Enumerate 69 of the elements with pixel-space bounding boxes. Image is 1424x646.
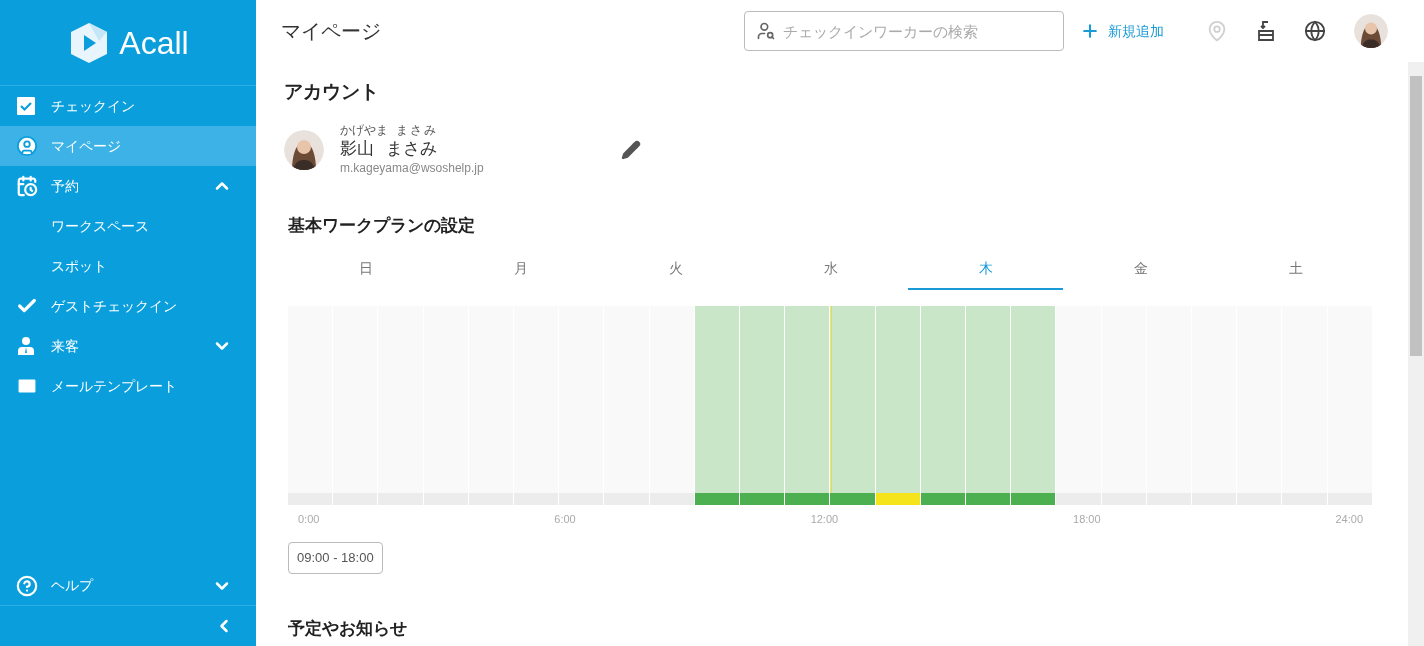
section-heading: 基本ワークプランの設定 <box>287 214 476 237</box>
weekday-tab[interactable]: 土 <box>1218 256 1373 291</box>
tray-arrow-icon[interactable] <box>1256 20 1276 42</box>
weekday-tab[interactable]: 日 <box>288 256 443 291</box>
weekday-tab[interactable]: 月 <box>443 256 598 291</box>
hour-cell[interactable] <box>1011 306 1057 494</box>
hour-cell[interactable] <box>649 306 695 494</box>
nav-item[interactable]: チェックイン <box>0 86 256 126</box>
hour-cell[interactable] <box>785 306 831 494</box>
user-name: 影山 <box>340 137 374 159</box>
weekday-tab[interactable]: 金 <box>1063 256 1218 291</box>
nav-item[interactable]: マイページ <box>0 126 256 166</box>
user-email: m.kageyama@wsoshelp.jp <box>340 159 485 177</box>
time-label: 0:00 <box>298 512 320 528</box>
time-label: 18:00 <box>1073 512 1101 528</box>
hour-cell[interactable] <box>740 306 786 494</box>
scrollbar-thumb[interactable] <box>1410 76 1422 356</box>
nav-item[interactable]: メールテンプレート <box>0 366 256 406</box>
user-circle-icon <box>16 135 38 157</box>
time-label: 24:00 <box>1335 512 1363 528</box>
weekday-tab[interactable]: 木 <box>908 256 1063 291</box>
hour-segment[interactable] <box>694 493 741 506</box>
hour-segment[interactable] <box>875 493 921 506</box>
logo-text: Acall <box>119 23 189 63</box>
person-icon <box>16 336 36 356</box>
globe-icon[interactable] <box>1304 20 1326 42</box>
section-heading: アカウント <box>284 80 380 104</box>
hour-cell[interactable] <box>830 306 876 494</box>
name-reading: かげやま <box>340 122 388 138</box>
user-avatar <box>284 129 324 170</box>
user-name: まさみ <box>386 137 437 159</box>
nav-item[interactable]: 予約 <box>0 166 256 206</box>
name-reading: まさみ <box>396 122 438 138</box>
hour-cell[interactable] <box>1056 306 1102 494</box>
help-icon <box>16 574 38 597</box>
hour-segment[interactable] <box>1056 493 1102 506</box>
calendar-clock-icon <box>16 175 38 197</box>
help-item[interactable]: ヘルプ <box>0 566 256 606</box>
hour-segment[interactable] <box>785 493 831 506</box>
edit-icon[interactable] <box>621 139 641 160</box>
location-pin-icon[interactable] <box>1206 20 1228 42</box>
nav-item[interactable]: ゲストチェックイン <box>0 286 256 326</box>
search-field[interactable]: チェックインワーカーの検索 <box>744 11 1064 51</box>
hour-segment[interactable] <box>830 493 876 506</box>
page-title: マイページ <box>281 19 382 44</box>
weekday-tab[interactable]: 水 <box>753 256 908 291</box>
hour-segment[interactable] <box>920 493 967 506</box>
hour-cell[interactable] <box>694 306 741 494</box>
hour-cell[interactable] <box>966 306 1012 494</box>
hour-segment[interactable] <box>1011 493 1057 506</box>
work-timeline[interactable] <box>288 306 1373 506</box>
nav-subitem[interactable]: スポット <box>0 246 256 286</box>
user-avatar <box>1354 14 1388 48</box>
hour-segment[interactable] <box>649 493 695 506</box>
hour-cell[interactable] <box>875 306 921 494</box>
checkbox-icon <box>16 96 36 116</box>
weekday-tab[interactable]: 火 <box>598 256 753 291</box>
nav-subitem[interactable]: ワークスペース <box>0 206 256 246</box>
time-label: 12:00 <box>810 512 839 528</box>
plus-icon <box>1080 21 1100 41</box>
time-range-button[interactable]: 09:00 - 18:00 <box>288 541 383 574</box>
nav-item[interactable]: 来客 <box>0 326 256 366</box>
section-heading: 予定やお知らせ <box>288 617 408 640</box>
time-label: 6:00 <box>554 512 576 528</box>
user-search-icon <box>756 21 776 41</box>
hour-segment[interactable] <box>740 493 786 506</box>
add-new-button[interactable]: 新規追加 <box>1076 20 1168 42</box>
hour-segment[interactable] <box>966 493 1012 506</box>
hour-cell[interactable] <box>920 306 967 494</box>
